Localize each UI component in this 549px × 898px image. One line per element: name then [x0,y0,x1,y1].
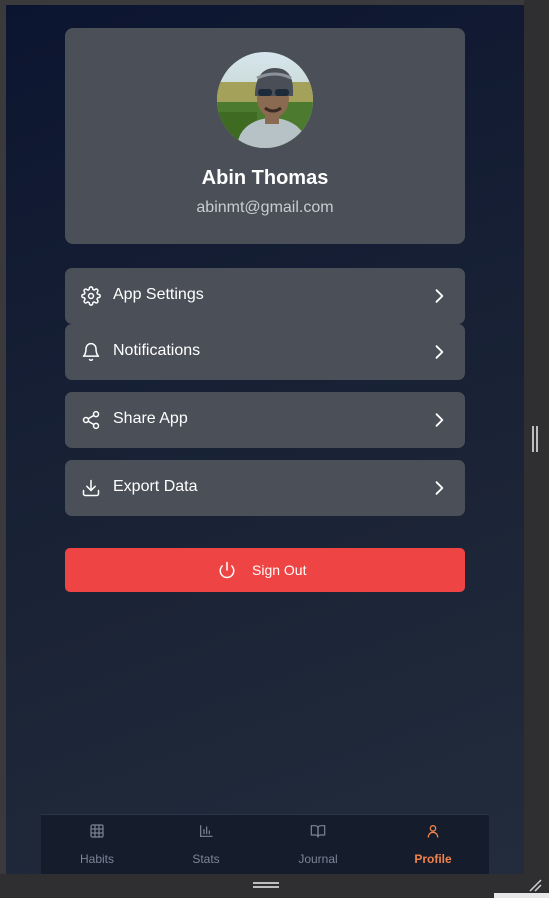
gear-icon [81,286,101,306]
menu-item-label: Export Data [113,478,198,495]
avatar[interactable] [217,52,313,148]
app-screen: Abin Thomas abinmt@gmail.com App Setting… [6,5,524,874]
bar-chart-icon [200,825,213,837]
share-icon [82,410,100,430]
bell-icon [82,342,100,362]
bottom-strip [494,893,549,898]
profile-name: Abin Thomas [201,167,329,189]
profile-card: Abin Thomas abinmt@gmail.com [65,28,465,244]
menu-item-label: Notifications [113,342,201,359]
menu-item-share-app[interactable]: Share App [65,392,465,448]
sign-out-label: Sign Out [252,562,307,578]
chevron-right-icon [435,481,444,495]
chevron-right-icon [435,413,444,427]
sign-out-button[interactable]: Sign Out [65,548,465,592]
chevron-right-icon [435,345,444,359]
menu-item-app-settings[interactable]: App Settings [65,268,465,324]
profile-email: abinmt@gmail.com [196,199,334,216]
grid-icon [90,824,104,838]
tab-profile[interactable]: Profile [377,815,489,874]
tab-journal[interactable]: Journal [262,815,374,874]
resize-handle-vertical[interactable] [532,426,538,452]
power-icon [219,561,235,579]
window-frame: Abin Thomas abinmt@gmail.com App Setting… [0,0,549,898]
resize-corner-icon[interactable] [528,878,542,892]
user-icon [427,825,439,838]
tab-label: Journal [298,852,338,866]
menu-item-label: App Settings [113,286,204,303]
tab-habits[interactable]: Habits [41,815,153,874]
tab-label: Stats [192,852,220,866]
bottom-tab-bar: Habits Stats Journal Profile [41,814,489,874]
menu-item-notifications[interactable]: Notifications [65,324,465,380]
tab-label: Habits [79,852,114,866]
resize-handle-horizontal[interactable] [253,882,279,888]
avatar-photo-icon [217,52,313,148]
download-icon [82,479,100,497]
tab-stats[interactable]: Stats [150,815,262,874]
chevron-right-icon [435,289,444,303]
menu-item-export-data[interactable]: Export Data [65,460,465,516]
tab-label: Profile [414,852,452,866]
book-icon [310,825,326,838]
menu-item-label: Share App [113,410,188,427]
